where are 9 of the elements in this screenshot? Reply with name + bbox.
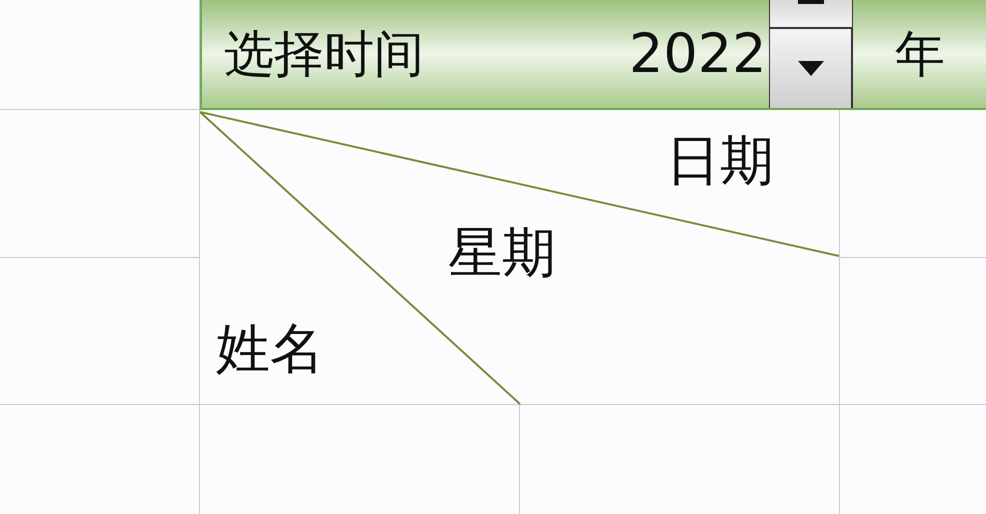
spinner-up-button[interactable] xyxy=(769,0,853,29)
name-header-label: 姓名 xyxy=(216,322,324,376)
year-value: 2022 xyxy=(628,27,764,81)
spinner-down-button[interactable] xyxy=(769,29,853,108)
weekday-header-label: 星期 xyxy=(448,226,556,280)
select-time-label: 选择时间 xyxy=(224,29,425,79)
year-unit-label: 年 xyxy=(895,29,945,79)
date-header-label: 日期 xyxy=(666,134,774,188)
down-arrow-icon xyxy=(798,61,824,76)
